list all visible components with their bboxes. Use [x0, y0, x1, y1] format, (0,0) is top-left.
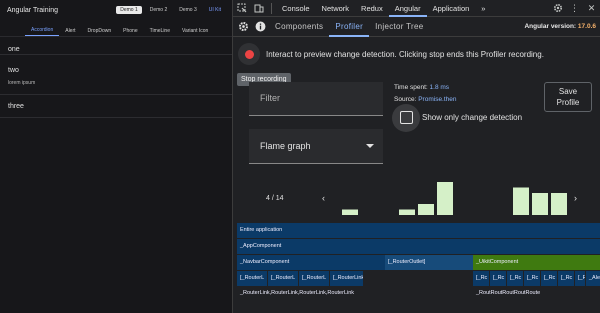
- flame-node-routerlink[interactable]: [_RouterL: [237, 271, 267, 286]
- flame-node-child[interactable]: [_Rc: [575, 271, 585, 286]
- flame-node-child[interactable]: [_Rc: [473, 271, 489, 286]
- flame-node-app-component[interactable]: _AppComponent: [237, 239, 600, 254]
- frame-bar[interactable]: [513, 187, 529, 216]
- flame-node-route-leaves[interactable]: _RoutRoutRoutRoutRoute: [476, 290, 540, 296]
- flame-node-entire-application[interactable]: Entire application: [237, 223, 600, 238]
- frame-bar[interactable]: [399, 209, 415, 216]
- flame-node-routerlink[interactable]: [_RouterL: [268, 271, 298, 286]
- flame-node-routerlink-leaves[interactable]: _RouterLink,RouterLink,RouterLink,Router…: [240, 290, 354, 296]
- flame-node-navbar[interactable]: _NavbarComponent: [237, 255, 385, 270]
- frame-bar[interactable]: [551, 193, 567, 215]
- frame-bar[interactable]: [418, 204, 434, 215]
- frame-bar[interactable]: [437, 182, 453, 215]
- flame-node-child[interactable]: [_Rc: [524, 271, 540, 286]
- frame-bar[interactable]: [532, 193, 548, 215]
- flame-node-router-outlet[interactable]: [_RouterOutlet]: [385, 255, 473, 270]
- flame-node-child[interactable]: [_Rc: [507, 271, 523, 286]
- flame-node-alert[interactable]: _Ale: [586, 271, 600, 286]
- flame-graph: Entire application _AppComponent _Navbar…: [237, 221, 600, 313]
- frame-bar[interactable]: [342, 209, 358, 216]
- flame-node-child[interactable]: [_Rc: [490, 271, 506, 286]
- flame-node-child[interactable]: [_Rc: [541, 271, 557, 286]
- flame-node-routerlink[interactable]: [_RouterLink: [330, 271, 363, 286]
- flame-node-child[interactable]: [_Rc: [558, 271, 574, 286]
- flame-node-routerlink[interactable]: [_RouterL: [299, 271, 329, 286]
- flame-node-uikit[interactable]: _UikitComponent: [473, 255, 600, 270]
